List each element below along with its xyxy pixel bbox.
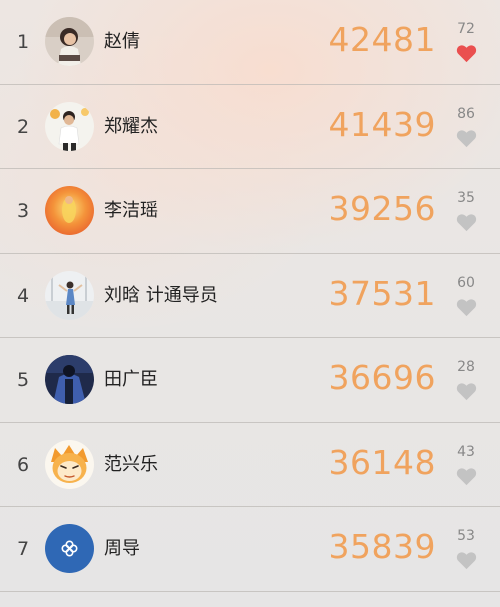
heart-icon[interactable] xyxy=(456,213,477,232)
like-count: 43 xyxy=(457,443,475,460)
score-value: 42481 xyxy=(328,20,436,59)
score-value: 37531 xyxy=(328,273,436,313)
player-name: 赵倩 xyxy=(104,31,140,52)
next-row-partial xyxy=(0,592,500,607)
leaderboard-row[interactable]: 3 李洁瑶 39256 35 xyxy=(0,169,500,254)
avatar[interactable] xyxy=(45,355,94,404)
leaderboard-row[interactable]: 2 郑耀杰 41439 86 xyxy=(0,85,500,169)
like-count: 60 xyxy=(457,274,475,291)
avatar[interactable] xyxy=(45,524,94,573)
leaderboard-row[interactable]: 1 赵倩 42481 72 xyxy=(0,0,500,85)
like-count: 53 xyxy=(457,528,475,544)
leaderboard-row[interactable]: 5 田广臣 36696 28 xyxy=(0,338,500,423)
rank-number: 1 xyxy=(16,31,30,53)
heart-icon[interactable] xyxy=(456,129,477,148)
score-value: 36696 xyxy=(328,358,436,397)
heart-icon[interactable] xyxy=(456,298,477,317)
score-value: 39256 xyxy=(328,189,436,228)
heart-icon[interactable] xyxy=(456,382,477,401)
rank-number: 4 xyxy=(16,284,30,307)
leaderboard-list: 1 赵倩 42481 72 2 郑耀杰 41439 86 3 李洁瑶 39256… xyxy=(0,0,500,592)
heart-icon[interactable] xyxy=(456,44,477,63)
avatar[interactable] xyxy=(45,186,94,235)
like-count: 35 xyxy=(457,190,475,206)
score-value: 41439 xyxy=(328,104,436,144)
avatar[interactable] xyxy=(45,439,94,489)
rank-number: 2 xyxy=(16,115,30,138)
player-name: 田广臣 xyxy=(104,369,158,390)
like-count: 86 xyxy=(457,105,475,122)
player-name: 周导 xyxy=(104,538,140,559)
player-name: 李洁瑶 xyxy=(104,200,158,221)
like-count: 72 xyxy=(457,21,475,37)
score-value: 35839 xyxy=(328,527,436,566)
leaderboard-row[interactable]: 4 刘晗 计通导员 37531 60 xyxy=(0,254,500,338)
avatar[interactable] xyxy=(45,101,94,151)
rank-number: 5 xyxy=(16,369,30,391)
leaderboard-row[interactable]: 7 周导 35839 53 xyxy=(0,507,500,592)
heart-icon[interactable] xyxy=(456,551,477,570)
player-name: 刘晗 计通导员 xyxy=(104,284,218,306)
avatar[interactable] xyxy=(45,270,94,320)
player-name: 郑耀杰 xyxy=(104,115,158,137)
rank-number: 7 xyxy=(16,538,30,560)
rank-number: 6 xyxy=(16,453,30,476)
player-name: 范兴乐 xyxy=(104,453,158,475)
leaderboard-row[interactable]: 6 范兴乐 36148 43 xyxy=(0,423,500,507)
like-count: 28 xyxy=(457,359,475,375)
score-value: 36148 xyxy=(328,442,436,482)
rank-number: 3 xyxy=(16,200,30,222)
heart-icon[interactable] xyxy=(456,467,477,486)
avatar[interactable] xyxy=(45,17,94,66)
